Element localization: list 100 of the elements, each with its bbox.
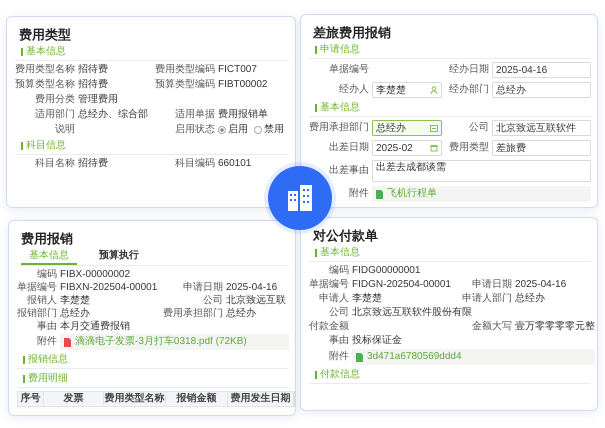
field-label: 附件 <box>348 188 369 200</box>
field-value: 招待费 <box>78 158 109 170</box>
input-field[interactable]: 差旅费 <box>492 140 591 156</box>
field-label: 单据编号 <box>309 279 349 291</box>
field-label: 经办日期 <box>448 64 489 76</box>
field-value: 费用报销单 <box>218 109 269 121</box>
radio-icon[interactable] <box>254 126 262 134</box>
input-field[interactable]: 2025-02 <box>372 140 442 156</box>
input-field[interactable]: 北京致远互联软件 <box>492 120 591 136</box>
field-value: FIDG00000001 <box>352 265 422 277</box>
section-heading: 科目信息 <box>21 139 289 152</box>
field-value: 660101 <box>218 158 252 170</box>
field-label: 公司 <box>328 307 349 319</box>
field-value: 李楚楚 <box>60 295 91 307</box>
field-value: 投标保证金 <box>352 335 403 347</box>
section-heading: 基本信息 <box>315 101 591 114</box>
field-value: FIBXN-202504-00001 <box>60 282 158 294</box>
calendar-icon <box>430 144 438 152</box>
field-label: 编码 <box>36 269 57 281</box>
field-label: 科目编码 <box>174 158 215 170</box>
file-icon <box>376 190 383 198</box>
field-value: 总经办、综合部 <box>78 109 149 121</box>
person-icon <box>430 86 438 94</box>
field-label: 费用类型编码 <box>154 64 215 76</box>
table-header-cell: 费用发生日期 <box>228 392 294 406</box>
radio-option[interactable]: 启用 <box>218 124 248 136</box>
field-label: 报销人 <box>26 295 57 307</box>
field-value: 北京致远互联 <box>226 295 287 307</box>
field-label: 预算类型编码 <box>154 79 215 91</box>
field-label: 付款金额 <box>309 321 349 333</box>
section-heading: 申请信息 <box>315 43 591 56</box>
field-label: 预算类型名称 <box>15 79 75 91</box>
field-label: 申请日期 <box>182 282 223 294</box>
field-value: FIBX-00000002 <box>60 269 132 281</box>
field-label: 申请日期 <box>471 279 512 291</box>
field-value: FIBT00002 <box>218 79 268 91</box>
field-label: 费用类型名称 <box>15 64 75 76</box>
field-label: 单据编号 <box>17 282 57 294</box>
form-title: 对公付款单 <box>313 228 379 244</box>
field-label: 启用状态 <box>174 124 215 136</box>
file-icon <box>356 352 363 362</box>
field-value: 招待费 <box>78 79 109 91</box>
field-value: FIDGN-202504-00001 <box>352 279 452 291</box>
section-heading: 报销信息 <box>23 353 289 366</box>
field-value: 2025-04-16 <box>226 282 278 294</box>
field-label: 费用分类 <box>34 94 75 106</box>
section-heading: 付款信息 <box>315 368 591 381</box>
tab[interactable]: 预算执行 <box>91 249 147 265</box>
field-label: 适用单据 <box>174 109 215 121</box>
field-label: 事由 <box>36 321 57 333</box>
form-title: 费用报销 <box>21 231 74 247</box>
field-value: 总经办 <box>60 308 91 320</box>
field-value: 李楚楚 <box>352 293 383 305</box>
radio-option[interactable]: 禁用 <box>254 124 284 136</box>
field-label: 附件 <box>328 351 349 363</box>
list-icon <box>430 124 438 132</box>
field-label: 费用类型 <box>448 142 489 154</box>
field-value: 壹万零零零零元整 <box>515 321 595 333</box>
field-label: 公司 <box>468 122 489 134</box>
field-value: 本月交通费报销 <box>60 321 131 333</box>
input-field[interactable]: 李楚楚 <box>372 82 442 98</box>
field-value: 总经办 <box>226 308 257 320</box>
table-header-cell: 报销金额 <box>166 392 228 406</box>
field-value: 招待费 <box>78 64 109 76</box>
field-label: 编码 <box>328 265 349 277</box>
field-label: 报销部门 <box>17 308 57 320</box>
field-label: 申请人部门 <box>461 293 512 305</box>
section-heading: 基本信息 <box>315 246 591 259</box>
form-title: 费用类型 <box>19 27 72 43</box>
field-label: 事由 <box>328 335 349 347</box>
field-value: 总经办 <box>515 293 546 305</box>
field-label: 经办部门 <box>448 84 489 96</box>
field-value: 北京致远互联软件股份有限 <box>352 307 473 319</box>
field-label: 公司 <box>202 295 223 307</box>
table-header-cell: 发票 <box>44 392 104 406</box>
field-label: 申请人 <box>318 293 349 305</box>
form-title: 差旅费用报销 <box>313 25 392 41</box>
field-label: 适用部门 <box>34 109 75 121</box>
field-label: 费用承担部门 <box>163 308 223 320</box>
field-label: 出差日期 <box>328 142 369 154</box>
field-label: 单据编号 <box>328 64 369 76</box>
radio-icon[interactable] <box>218 126 226 134</box>
text-area[interactable]: 出差去成都谈需 <box>372 160 591 182</box>
section-heading: 基本信息 <box>21 45 289 58</box>
table-header-cell: 序号 <box>18 392 44 406</box>
field-label: 说明 <box>54 124 75 136</box>
field-label: 金额大写 <box>471 321 512 333</box>
input-field[interactable]: 2025-04-16 <box>492 62 591 78</box>
input-field[interactable]: 总经办 <box>372 120 442 136</box>
field-label: 科目名称 <box>34 158 75 170</box>
buildings-icon <box>285 183 315 213</box>
field-value: 2025-04-16 <box>515 279 568 291</box>
table-header-cell: 费用类型名称 <box>104 392 166 406</box>
field-label: 经办人 <box>338 84 369 96</box>
field-label: 出差事由 <box>328 165 369 177</box>
input-field[interactable]: 总经办 <box>492 82 591 98</box>
field-label: 附件 <box>36 336 57 348</box>
file-icon <box>64 338 71 346</box>
field-value: 管理费用 <box>78 94 119 106</box>
section-heading: 费用明细 <box>23 372 289 385</box>
